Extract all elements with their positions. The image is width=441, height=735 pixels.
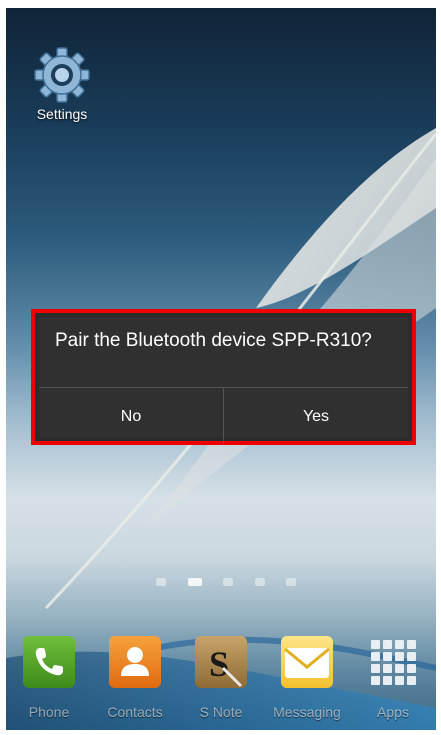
dock-label-phone: Phone — [28, 704, 70, 720]
contacts-icon — [109, 636, 161, 688]
dock-label-apps: Apps — [377, 704, 409, 720]
envelope-icon — [281, 636, 333, 688]
apps-grid-icon — [367, 636, 419, 688]
dock-label-messaging: Messaging — [273, 704, 341, 720]
dialog-highlight: Pair the Bluetooth device SPP-R310? No Y… — [31, 309, 416, 445]
dock-label-s-note: S Note — [199, 704, 243, 720]
dialog-buttons: No Yes — [39, 388, 408, 445]
dock-label-contacts: Contacts — [107, 704, 163, 720]
settings-label: Settings — [36, 106, 88, 122]
dock-item-phone[interactable]: Phone — [9, 630, 89, 720]
s-note-icon: S — [195, 636, 247, 688]
page-dot[interactable] — [223, 578, 233, 586]
phone-icon — [23, 636, 75, 688]
page-dot[interactable] — [156, 578, 166, 586]
dialog-message: Pair the Bluetooth device SPP-R310? — [55, 330, 372, 351]
page-dot-active[interactable] — [187, 578, 202, 586]
settings-shortcut[interactable]: Settings — [24, 46, 100, 136]
phone-frame: Settings Pair the Bluetooth device SPP-R… — [0, 0, 441, 735]
dock: Phone Contacts S S Note Messaging Apps — [6, 630, 436, 726]
gear-icon — [34, 47, 90, 103]
yes-button[interactable]: Yes — [224, 388, 408, 445]
page-indicator — [156, 576, 296, 588]
dock-item-s-note[interactable]: S S Note — [181, 630, 261, 720]
dock-item-contacts[interactable]: Contacts — [95, 630, 175, 720]
dock-item-apps[interactable]: Apps — [353, 630, 433, 720]
page-dot[interactable] — [286, 578, 296, 586]
svg-text:S: S — [209, 644, 229, 684]
dock-item-messaging[interactable]: Messaging — [267, 630, 347, 720]
pair-bluetooth-dialog: Pair the Bluetooth device SPP-R310? No Y… — [39, 317, 408, 445]
no-button[interactable]: No — [39, 388, 223, 445]
home-screen: Settings Pair the Bluetooth device SPP-R… — [6, 8, 436, 730]
page-dot[interactable] — [254, 578, 265, 586]
